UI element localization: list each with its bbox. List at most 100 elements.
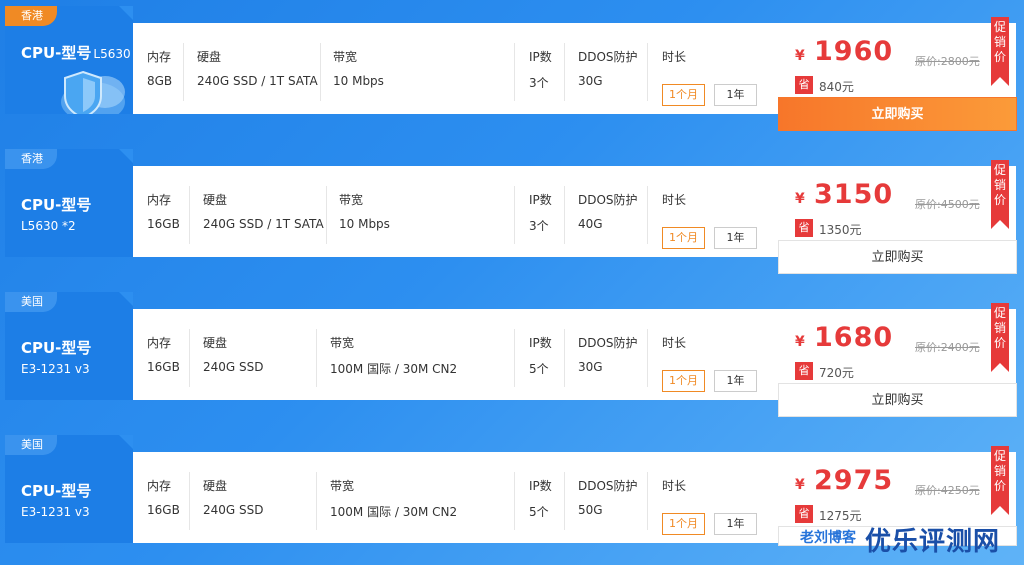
promo-ribbon: 促销价 [991,17,1009,86]
server-card: 香港 CPU-型号 L5630 内存 8GB 硬盘 240G SSD / 1T S… [5,6,1017,131]
spec-list: 内存 16GB 硬盘 240G SSD 带宽 100M 国际 / 30M CN2… [133,309,776,400]
save-badge: 省 [795,362,813,380]
original-price: 原价:4250元 [915,484,980,497]
sale-price: 1680 [814,322,894,353]
spec-value: 240G SSD / 1T SATA [203,217,324,231]
spec-value: 10 Mbps [339,217,390,231]
divider [514,472,515,530]
divider [647,186,648,244]
divider [183,43,184,101]
spec-value: 30G [578,360,603,374]
divider [564,472,565,530]
divider [564,329,565,387]
duration-month-button[interactable]: 1个月 [662,227,705,249]
spec-label: IP数 [529,193,552,207]
divider [189,329,190,387]
cpu-model: E3-1231 v3 [21,362,90,376]
spec-label: 时长 [662,50,687,64]
spec-value: 16GB [147,217,180,231]
promo-ribbon: 促销价 [991,160,1009,229]
divider [514,43,515,101]
currency-symbol: ¥ [795,191,805,207]
buy-now-button[interactable]: 立即购买 [778,97,1017,131]
duration-year-button[interactable]: 1年 [714,84,757,106]
promo-ribbon: 促销价 [991,303,1009,372]
spec-label: 硬盘 [197,50,222,64]
spec-value: 5个 [529,362,549,376]
spec-label: 带宽 [330,336,355,350]
spec-value: 100M 国际 / 30M CN2 [330,362,458,376]
divider [320,43,321,101]
spec-label: 时长 [662,336,687,350]
spec-value: 3个 [529,219,549,233]
divider [564,43,565,101]
watermark: 老刘博客 优乐评测网 [800,521,1024,565]
card-header: 美国 CPU-型号 E3-1231 v3 [5,435,133,543]
spec-label: 带宽 [330,479,355,493]
spec-label: DDOS防护 [578,50,638,64]
cpu-title: CPU-型号 [21,339,92,357]
currency-symbol: ¥ [795,48,805,64]
duration-year-button[interactable]: 1年 [714,370,757,392]
spec-value: 30G [578,74,603,88]
server-card: 美国 CPU-型号 E3-1231 v3 内存 16GB 硬盘 240G SSD… [5,292,1017,417]
card-header: 香港 CPU-型号 L5630 *2 [5,149,133,257]
divider [647,329,648,387]
card-header: 香港 CPU-型号 L5630 [5,6,133,114]
cpu-title: CPU-型号 [21,482,92,500]
buy-now-button[interactable]: 立即购买 [778,383,1017,417]
spec-label: 带宽 [333,50,358,64]
cpu-title: CPU-型号 L5630 [21,44,131,62]
save-badge: 省 [795,219,813,237]
duration-month-button[interactable]: 1个月 [662,84,705,106]
sale-price: 3150 [814,179,894,210]
spec-value: 16GB [147,360,180,374]
spec-label: 内存 [147,193,172,207]
saving-amount: 720元 [819,366,854,380]
spec-label: 带宽 [339,193,364,207]
cpu-model: E3-1231 v3 [21,505,90,519]
divider [189,186,190,244]
spec-label: 内存 [147,479,172,493]
saving-amount: 1350元 [819,223,862,237]
currency-symbol: ¥ [795,334,805,350]
spec-label: 内存 [147,336,172,350]
divider [564,186,565,244]
spec-list: 内存 16GB 硬盘 240G SSD / 1T SATA 带宽 10 Mbps… [133,166,776,257]
duration-year-button[interactable]: 1年 [714,513,757,535]
spec-list: 内存 16GB 硬盘 240G SSD 带宽 100M 国际 / 30M CN2… [133,452,776,543]
spec-label: 硬盘 [203,479,228,493]
sale-price: 1960 [814,36,894,67]
region-badge: 香港 [5,6,57,26]
region-badge: 美国 [5,435,57,455]
divider [316,329,317,387]
spec-label: 时长 [662,193,687,207]
spec-label: IP数 [529,50,552,64]
duration-year-button[interactable]: 1年 [714,227,757,249]
spec-value: 8GB [147,74,173,88]
spec-label: 时长 [662,479,687,493]
spec-value: 240G SSD [203,503,264,517]
save-badge: 省 [795,76,813,94]
divider [647,43,648,101]
buy-now-button[interactable]: 立即购买 [778,240,1017,274]
duration-month-button[interactable]: 1个月 [662,513,705,535]
spec-label: DDOS防护 [578,336,638,350]
spec-list: 内存 8GB 硬盘 240G SSD / 1T SATA 带宽 10 Mbps … [133,23,776,114]
currency-symbol: ¥ [795,477,805,493]
divider [326,186,327,244]
spec-label: 硬盘 [203,193,228,207]
duration-month-button[interactable]: 1个月 [662,370,705,392]
spec-value: 10 Mbps [333,74,384,88]
divider [316,472,317,530]
spec-label: DDOS防护 [578,479,638,493]
divider [514,186,515,244]
original-price: 原价:2400元 [915,341,980,354]
cpu-model: L5630 [93,47,131,61]
spec-value: 40G [578,217,603,231]
region-badge: 美国 [5,292,57,312]
divider [189,472,190,530]
divider [514,329,515,387]
spec-value: 3个 [529,76,549,90]
spec-value: 5个 [529,505,549,519]
